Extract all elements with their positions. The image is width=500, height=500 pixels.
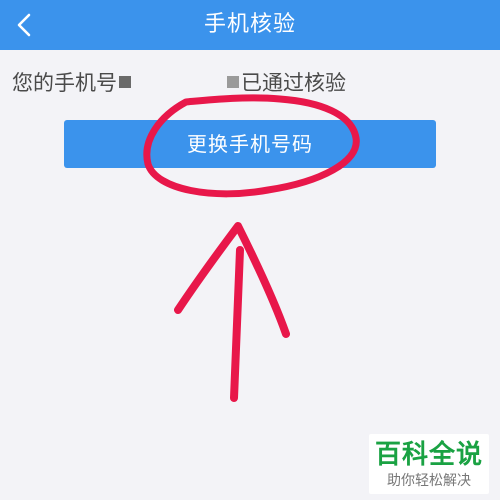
masked-phone-number bbox=[119, 74, 239, 94]
mask-block-left bbox=[119, 76, 131, 88]
watermark-sub-text: 助你轻松解决 bbox=[387, 473, 471, 489]
page-title: 手机核验 bbox=[203, 12, 296, 37]
phone-status-suffix: 已通过核验 bbox=[241, 71, 346, 95]
mask-block-right bbox=[227, 76, 239, 88]
top-nav-bar: 手机核验 bbox=[0, 0, 500, 50]
watermark-main-text: 百科全说 bbox=[374, 440, 483, 470]
phone-status-prefix: 您的手机号 bbox=[12, 71, 117, 95]
annotation-arrow-shaft bbox=[230, 246, 244, 402]
phone-verification-screen: 手机核验 您的手机号 已通过核验 更换手机号码 百科全说 助你轻松解决 bbox=[0, 0, 500, 500]
phone-status-line: 您的手机号 已通过核验 bbox=[12, 66, 346, 100]
change-phone-button[interactable]: 更换手机号码 bbox=[64, 120, 436, 168]
watermark-logo: 百科全说 助你轻松解决 bbox=[369, 434, 489, 494]
annotation-arrow-head bbox=[174, 222, 290, 338]
